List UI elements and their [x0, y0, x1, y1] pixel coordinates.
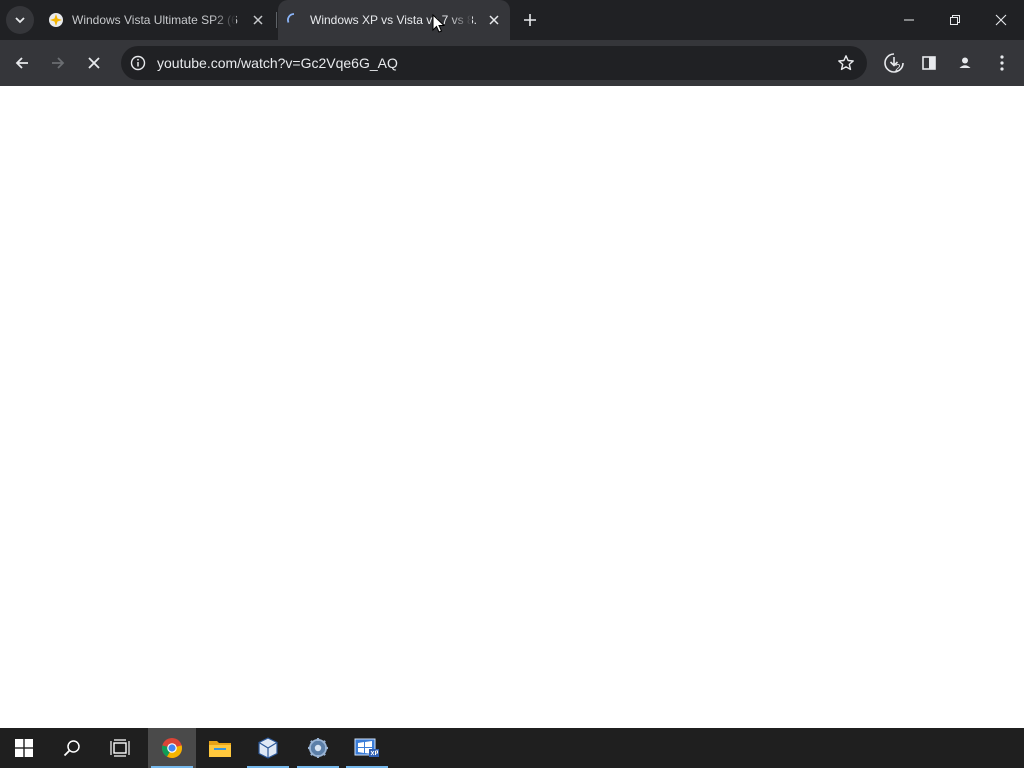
- taskbar-file-explorer[interactable]: [196, 728, 244, 768]
- close-icon: [88, 57, 100, 69]
- taskbar-settings[interactable]: [294, 728, 342, 768]
- app-icon: [48, 12, 64, 28]
- browser-toolbar: youtube.com/watch?v=Gc2Vqe6G_AQ 2: [0, 40, 1024, 86]
- arrow-right-icon: [52, 57, 65, 69]
- tab-title-fade: [448, 0, 472, 40]
- tab-vista-ultimate[interactable]: Windows Vista Ultimate SP2 (6.0: [40, 0, 274, 40]
- bookmark-star-icon[interactable]: [837, 54, 855, 72]
- page-content[interactable]: [0, 86, 1024, 728]
- tab-search-button[interactable]: [6, 6, 34, 34]
- taskbar: [0, 728, 1024, 768]
- restore-icon: [950, 15, 960, 25]
- start-button[interactable]: [0, 728, 48, 768]
- more-vert-icon: [1000, 55, 1004, 71]
- taskbar-windows-xp-app[interactable]: [343, 728, 391, 768]
- close-tab-icon[interactable]: [250, 12, 266, 28]
- mouse-cursor-icon: [432, 14, 446, 33]
- minimize-icon: [904, 19, 914, 21]
- stop-loading-button[interactable]: [78, 47, 110, 79]
- search-icon: [63, 740, 80, 757]
- url-text[interactable]: youtube.com/watch?v=Gc2Vqe6G_AQ: [157, 55, 398, 71]
- loading-spinner-icon: [286, 12, 302, 28]
- tab-title-fade: [212, 0, 236, 40]
- restore-button[interactable]: [932, 0, 978, 40]
- task-view-icon: [110, 739, 130, 757]
- side-panel-icon: [922, 56, 936, 70]
- start-icon: [15, 739, 33, 757]
- forward-button[interactable]: [42, 47, 74, 79]
- info-icon[interactable]: [129, 54, 147, 72]
- taskbar-virtualbox[interactable]: [244, 728, 292, 768]
- search-button[interactable]: [48, 728, 96, 768]
- avatar-icon: [956, 54, 974, 72]
- downloads-button[interactable]: 2: [878, 47, 910, 79]
- file-explorer-icon: [209, 741, 231, 757]
- settings-icon: [308, 738, 328, 758]
- tab-xp-vs-vista[interactable]: Windows XP vs Vista vs 7 vs 8.1: [278, 0, 510, 40]
- arrow-left-icon: [15, 57, 28, 69]
- profile-button[interactable]: [949, 47, 981, 79]
- downloads-count: 2: [895, 63, 901, 74]
- chevron-down-icon: [15, 17, 25, 24]
- close-tab-icon[interactable]: [486, 12, 502, 28]
- close-window-button[interactable]: [978, 0, 1024, 40]
- minimize-button[interactable]: [886, 0, 932, 40]
- close-icon: [995, 14, 1007, 26]
- download-icon: [884, 53, 904, 73]
- new-tab-button[interactable]: [518, 8, 542, 32]
- tab-separator: [276, 12, 277, 28]
- chrome-icon: [161, 738, 183, 759]
- menu-button[interactable]: [986, 47, 1018, 79]
- windows-xp-app-icon: [354, 738, 379, 757]
- back-button[interactable]: [6, 47, 38, 79]
- virtualbox-icon: [258, 737, 278, 759]
- taskbar-chrome[interactable]: [148, 728, 196, 768]
- tab-strip: Windows Vista Ultimate SP2 (6.0 Windows …: [0, 0, 1024, 40]
- task-view-button[interactable]: [96, 728, 144, 768]
- address-bar[interactable]: youtube.com/watch?v=Gc2Vqe6G_AQ: [121, 46, 867, 80]
- plus-icon: [524, 14, 536, 26]
- side-panel-button[interactable]: [913, 47, 945, 79]
